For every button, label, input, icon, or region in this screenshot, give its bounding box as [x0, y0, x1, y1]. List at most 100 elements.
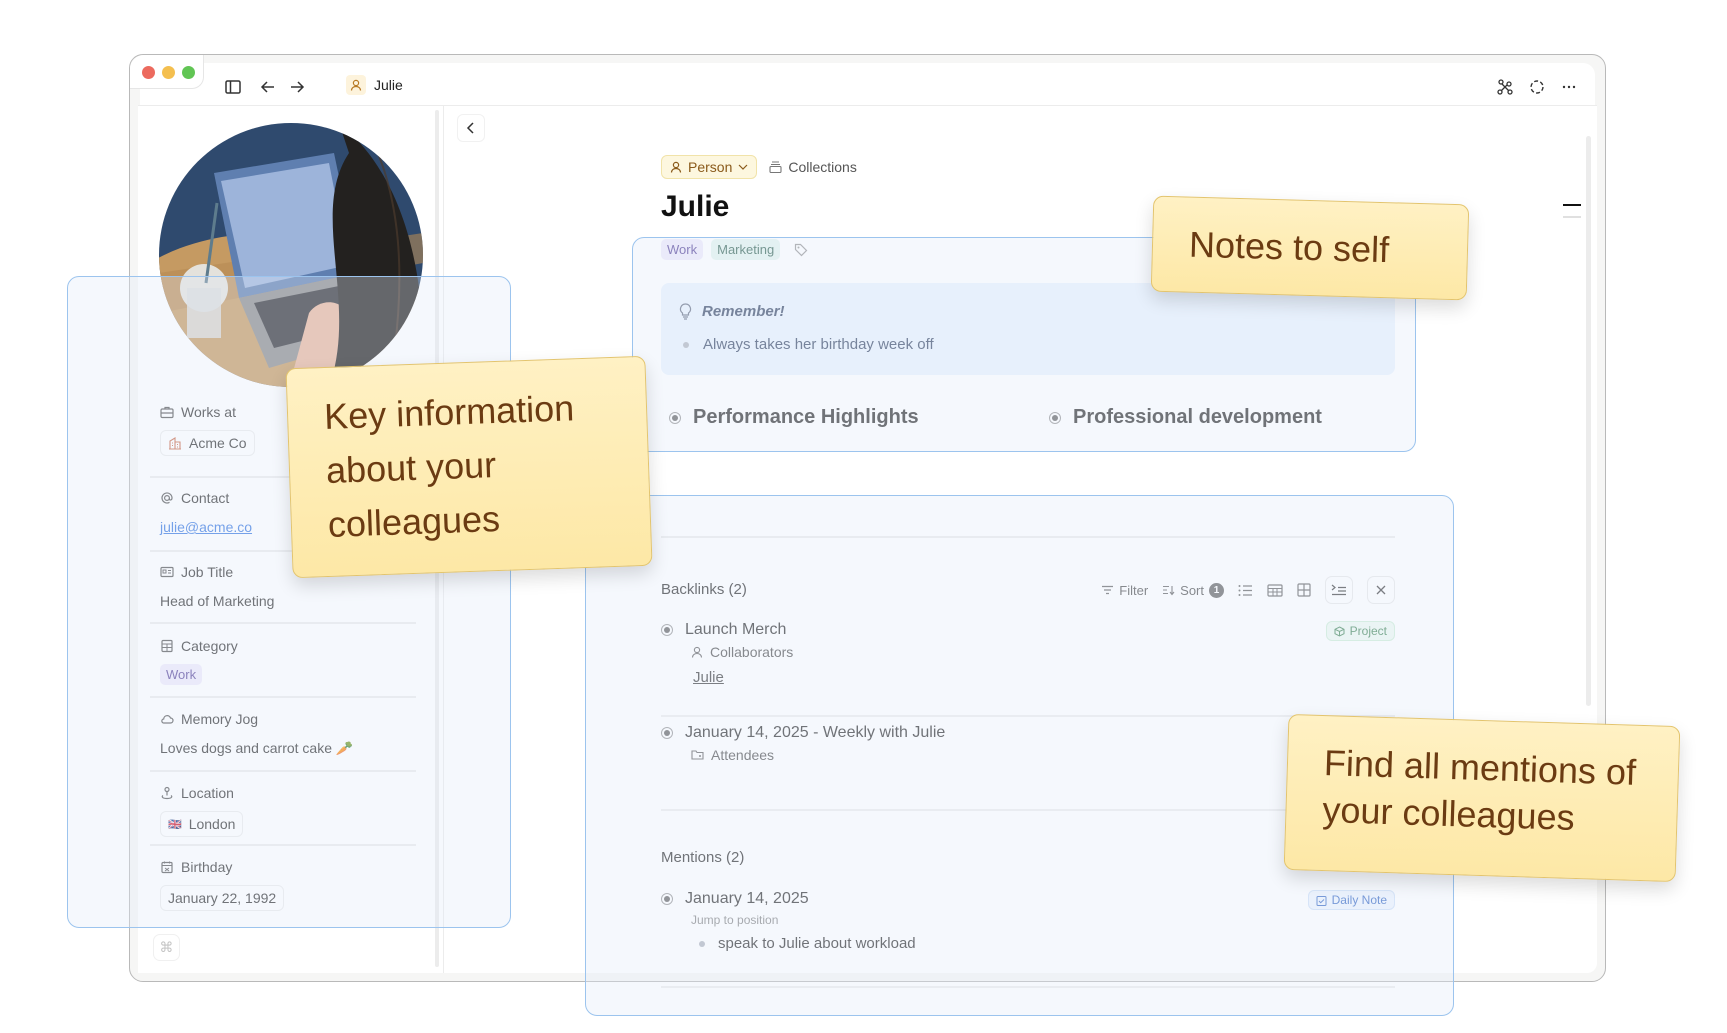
- property-label: Birthday: [181, 859, 233, 875]
- property-label: Job Title: [181, 564, 234, 580]
- chevron-left-icon: [466, 122, 474, 134]
- filter-button[interactable]: Filter: [1101, 583, 1148, 598]
- backlink-item: Launch Merch Collaborators Julie Project: [661, 621, 1395, 687]
- cloud-icon: [161, 715, 174, 724]
- folder-person-icon: [691, 750, 704, 760]
- mention-snippet[interactable]: speak to Julie about workload: [699, 935, 1395, 952]
- node-icon: [661, 624, 673, 636]
- add-tag-icon[interactable]: [794, 243, 808, 257]
- callout-heading: Remember!: [702, 303, 785, 320]
- mention-item: January 14, 2025 Jump to position speak …: [661, 890, 1395, 952]
- person-icon: [346, 75, 366, 95]
- divider: [661, 536, 1395, 538]
- outline-view-icon: [1331, 584, 1346, 595]
- tags-row: Work Marketing: [661, 239, 808, 260]
- property-birthday: Birthday January 22, 1992: [160, 857, 426, 911]
- backlink-title[interactable]: Launch Merch: [661, 621, 1395, 639]
- outline-view-button[interactable]: [1325, 576, 1353, 604]
- property-name: Attendees: [711, 747, 775, 763]
- divider: [150, 770, 416, 772]
- node-icon: [669, 411, 681, 424]
- dashed-circle-icon[interactable]: [1527, 77, 1547, 97]
- filter-icon: [1102, 585, 1114, 595]
- callout-block[interactable]: Remember! Always takes her birthday week…: [661, 283, 1395, 375]
- job-title-value[interactable]: Head of Marketing: [160, 593, 426, 609]
- category-tag[interactable]: Work: [160, 664, 203, 685]
- property-label: Contact: [181, 490, 230, 506]
- property-label: Location: [181, 785, 234, 801]
- property-location: Location 🇬🇧 London: [160, 783, 426, 837]
- close-backlinks-button[interactable]: [1367, 576, 1395, 604]
- birthday-chip[interactable]: January 22, 1992: [160, 885, 285, 911]
- page-tab[interactable]: Julie: [346, 75, 403, 95]
- node-icon: [661, 893, 673, 905]
- grid-view-icon[interactable]: [1297, 583, 1311, 597]
- daily-note-badge[interactable]: Daily Note: [1307, 890, 1395, 910]
- close-icon: [1376, 585, 1386, 595]
- mention-title[interactable]: January 14, 2025: [661, 890, 1395, 908]
- list-view-icon[interactable]: [1238, 584, 1253, 597]
- maximize-window-button[interactable]: [182, 66, 195, 79]
- property-category: Category Work: [160, 636, 426, 685]
- divider: [150, 844, 416, 846]
- minimize-window-button[interactable]: [162, 66, 175, 79]
- bullet-icon: [683, 341, 689, 348]
- memory-jog-value[interactable]: Loves dogs and carrot cake 🥕: [160, 740, 426, 757]
- command-button[interactable]: ⌘: [153, 934, 180, 961]
- sidebar-toggle-icon[interactable]: [223, 77, 243, 97]
- collections-button[interactable]: Collections: [769, 159, 857, 175]
- outline-toggle[interactable]: [1563, 204, 1581, 218]
- close-window-button[interactable]: [142, 66, 155, 79]
- avatar[interactable]: [159, 123, 423, 387]
- property-memory-jog: Memory Jog Loves dogs and carrot cake 🥕: [160, 709, 426, 757]
- property-label: Memory Jog: [181, 711, 259, 727]
- callout-item[interactable]: Always takes her birthday week off: [683, 336, 934, 353]
- person-link[interactable]: Julie: [693, 669, 724, 686]
- sticky-note-key-information: Key information about your colleagues: [285, 355, 653, 579]
- table-view-icon[interactable]: [1267, 583, 1283, 597]
- tag-marketing[interactable]: Marketing: [711, 239, 781, 260]
- person-icon: [691, 646, 703, 658]
- collections-icon: [769, 161, 782, 173]
- node-icon: [1049, 411, 1061, 424]
- person-icon: [670, 161, 682, 173]
- linked-item-professional-development[interactable]: Professional development: [1049, 406, 1322, 429]
- location-pin-icon: [161, 786, 173, 800]
- sort-count-badge: 1: [1209, 582, 1224, 598]
- tag-work[interactable]: Work: [661, 239, 704, 260]
- collapse-sidebar-button[interactable]: [457, 114, 485, 142]
- id-card-icon: [160, 566, 174, 578]
- back-arrow-icon[interactable]: [258, 77, 278, 97]
- property-name: Collaborators: [710, 644, 794, 660]
- briefcase-icon: [160, 406, 174, 419]
- graph-icon[interactable]: [1495, 77, 1515, 97]
- type-dropdown[interactable]: Person: [661, 155, 758, 179]
- title-bar: Julie: [130, 55, 1605, 107]
- calendar-check-icon: [1316, 895, 1327, 906]
- forward-arrow-icon[interactable]: [287, 77, 307, 97]
- project-badge[interactable]: Project: [1325, 621, 1395, 641]
- company-chip[interactable]: Acme Co: [160, 430, 255, 456]
- backlink-item: January 14, 2025 - Weekly with Julie Att…: [661, 724, 1395, 763]
- sticky-note-notes-to-self: Notes to self: [1150, 195, 1470, 301]
- backlink-title[interactable]: January 14, 2025 - Weekly with Julie: [661, 724, 1395, 742]
- sticky-note-find-mentions: Find all mentions of your colleagues: [1283, 713, 1681, 883]
- building-icon: [169, 437, 181, 450]
- divider: [150, 696, 416, 698]
- email-link[interactable]: julie@acme.co: [160, 519, 252, 535]
- linked-item-performance-highlights[interactable]: Performance Highlights: [669, 406, 919, 429]
- location-chip[interactable]: 🇬🇧 London: [160, 811, 244, 837]
- window-controls: [130, 55, 204, 89]
- main-scrollbar[interactable]: [1586, 136, 1591, 706]
- cube-icon: [1334, 625, 1345, 637]
- mentions-title: Mentions (2): [661, 849, 745, 866]
- toolbar: Julie: [140, 63, 1595, 107]
- jump-to-position-link[interactable]: Jump to position: [691, 913, 1395, 927]
- property-label: Category: [181, 638, 238, 654]
- uk-flag-icon: 🇬🇧: [168, 818, 182, 831]
- chevron-down-icon: [738, 164, 748, 170]
- more-icon[interactable]: [1559, 77, 1579, 97]
- sort-button[interactable]: Sort 1: [1162, 582, 1224, 598]
- property-label: Works at: [181, 404, 236, 420]
- page-title[interactable]: Julie: [661, 190, 729, 224]
